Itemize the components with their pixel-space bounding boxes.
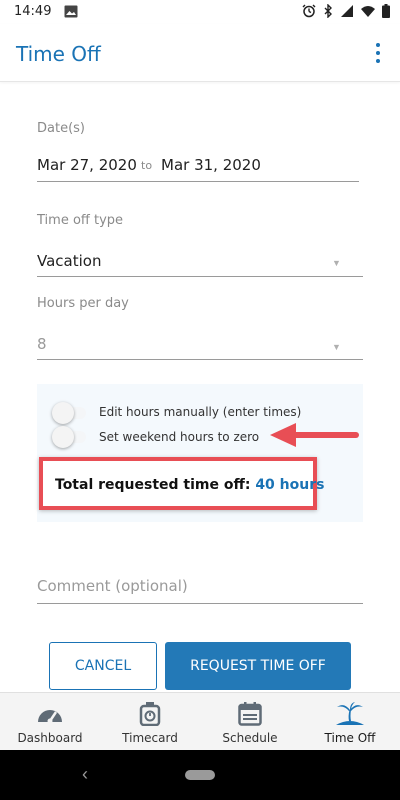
total-requested-label: Total requested time off: [55,477,251,493]
time-off-type-label: Time off type [37,213,124,228]
cancel-button[interactable]: CANCEL [49,642,157,690]
nav-label-schedule: Schedule [222,731,278,745]
image-icon [64,5,78,23]
total-requested-box: Total requested time off: 40 hours [39,457,324,510]
alarm-icon [302,4,316,23]
system-nav-bar: ‹ [0,750,400,800]
hours-per-day-label: Hours per day [37,296,129,311]
status-time: 14:49 [14,4,52,19]
battery-icon [382,4,390,23]
nav-label-timecard: Timecard [122,731,178,745]
nav-item-timecard[interactable]: Timecard [100,693,200,751]
hours-per-day-value: 8 [37,335,47,353]
time-off-type-underline [37,276,363,277]
nav-item-schedule[interactable]: Schedule [200,693,300,751]
weekend-hours-label: Set weekend hours to zero [99,430,260,444]
comment-input[interactable]: Comment (optional) [37,577,363,601]
edit-hours-toggle[interactable] [52,402,88,424]
home-pill[interactable] [185,770,215,780]
nav-item-time-off[interactable]: Time Off [300,693,400,751]
dates-underline [37,181,359,182]
total-requested-text: Total requested time off: 40 hours [55,477,324,493]
comment-underline [37,603,363,604]
request-time-off-button[interactable]: REQUEST TIME OFF [165,642,351,690]
end-date-value[interactable]: Mar 31, 2020 [161,156,261,174]
dates-label: Date(s) [37,121,85,136]
calendar-icon [238,702,262,731]
total-requested-value: 40 hours [255,477,325,493]
comment-placeholder: Comment (optional) [37,577,188,595]
time-off-type-select[interactable]: Vacation [37,252,363,276]
hours-per-day-select[interactable]: 8 [37,335,363,359]
back-icon[interactable]: ‹ [82,764,88,785]
nav-item-dashboard[interactable]: Dashboard [0,693,100,751]
wifi-icon [361,5,375,23]
stopwatch-icon [139,702,161,731]
app-bar: Time Off [0,24,400,82]
hours-per-day-underline [37,359,363,360]
speedometer-icon [36,702,64,731]
start-date-value[interactable]: Mar 27, 2020 [37,156,137,174]
date-separator: to [141,159,153,172]
chevron-down-icon: ▼ [332,258,341,268]
signal-icon [340,4,354,23]
bluetooth-icon [323,3,333,23]
time-off-type-value: Vacation [37,252,102,270]
page-title: Time Off [16,42,101,66]
weekend-hours-toggle[interactable] [52,426,88,448]
status-icons [302,3,390,23]
status-bar: 14:49 [0,0,400,24]
edit-hours-label: Edit hours manually (enter times) [99,405,302,419]
palm-tree-icon [336,702,364,731]
bottom-nav: Dashboard Timecard Schedule Time Off [0,692,400,750]
nav-label-time-off: Time Off [324,731,376,745]
nav-label-dashboard: Dashboard [17,731,83,745]
chevron-down-icon: ▼ [332,342,341,352]
more-vertical-icon[interactable] [370,43,386,63]
annotation-arrow [270,423,359,447]
